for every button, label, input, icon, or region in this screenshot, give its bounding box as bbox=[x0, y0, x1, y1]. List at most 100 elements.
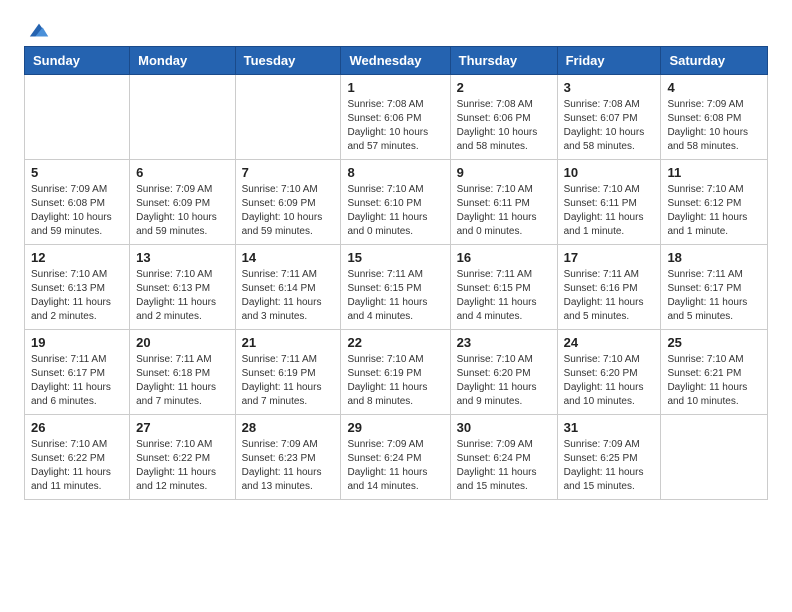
calendar-cell: 15 Sunrise: 7:11 AM Sunset: 6:15 PM Dayli… bbox=[341, 245, 450, 330]
day-info: Sunrise: 7:08 AM Sunset: 6:07 PM Dayligh… bbox=[564, 98, 655, 154]
day-number: 5 bbox=[31, 165, 123, 180]
calendar-cell bbox=[235, 75, 341, 160]
day-info: Sunrise: 7:10 AM Sunset: 6:11 PM Dayligh… bbox=[564, 183, 655, 239]
day-number: 27 bbox=[136, 420, 228, 435]
calendar-cell: 17 Sunrise: 7:11 AM Sunset: 6:16 PM Dayli… bbox=[557, 245, 661, 330]
day-info: Sunrise: 7:11 AM Sunset: 6:15 PM Dayligh… bbox=[347, 268, 443, 324]
day-number: 6 bbox=[136, 165, 228, 180]
calendar-cell: 1Sunrise: 7:08 AM Sunset: 6:06 PM Daylig… bbox=[341, 75, 450, 160]
day-info: Sunrise: 7:11 AM Sunset: 6:17 PM Dayligh… bbox=[667, 268, 761, 324]
weekday-wednesday: Wednesday bbox=[341, 47, 450, 75]
day-info: Sunrise: 7:10 AM Sunset: 6:20 PM Dayligh… bbox=[457, 353, 551, 409]
day-number: 20 bbox=[136, 335, 228, 350]
day-info: Sunrise: 7:09 AM Sunset: 6:08 PM Dayligh… bbox=[667, 98, 761, 154]
calendar-cell: 7Sunrise: 7:10 AM Sunset: 6:09 PM Daylig… bbox=[235, 160, 341, 245]
day-info: Sunrise: 7:10 AM Sunset: 6:22 PM Dayligh… bbox=[31, 438, 123, 494]
weekday-saturday: Saturday bbox=[661, 47, 768, 75]
day-number: 29 bbox=[347, 420, 443, 435]
header bbox=[24, 20, 768, 36]
day-info: Sunrise: 7:10 AM Sunset: 6:13 PM Dayligh… bbox=[136, 268, 228, 324]
day-number: 24 bbox=[564, 335, 655, 350]
day-number: 19 bbox=[31, 335, 123, 350]
day-number: 11 bbox=[667, 165, 761, 180]
day-info: Sunrise: 7:09 AM Sunset: 6:08 PM Dayligh… bbox=[31, 183, 123, 239]
calendar-cell: 27 Sunrise: 7:10 AM Sunset: 6:22 PM Dayli… bbox=[130, 415, 235, 500]
day-info: Sunrise: 7:10 AM Sunset: 6:13 PM Dayligh… bbox=[31, 268, 123, 324]
day-info: Sunrise: 7:09 AM Sunset: 6:24 PM Dayligh… bbox=[347, 438, 443, 494]
weekday-header-row: SundayMondayTuesdayWednesdayThursdayFrid… bbox=[25, 47, 768, 75]
day-info: Sunrise: 7:11 AM Sunset: 6:19 PM Dayligh… bbox=[242, 353, 335, 409]
page: SundayMondayTuesdayWednesdayThursdayFrid… bbox=[0, 0, 792, 520]
day-number: 31 bbox=[564, 420, 655, 435]
calendar-cell bbox=[130, 75, 235, 160]
day-number: 3 bbox=[564, 80, 655, 95]
day-number: 21 bbox=[242, 335, 335, 350]
day-number: 1 bbox=[347, 80, 443, 95]
day-info: Sunrise: 7:10 AM Sunset: 6:21 PM Dayligh… bbox=[667, 353, 761, 409]
day-number: 23 bbox=[457, 335, 551, 350]
calendar-cell: 16 Sunrise: 7:11 AM Sunset: 6:15 PM Dayli… bbox=[450, 245, 557, 330]
weekday-friday: Friday bbox=[557, 47, 661, 75]
day-number: 10 bbox=[564, 165, 655, 180]
day-number: 12 bbox=[31, 250, 123, 265]
weekday-tuesday: Tuesday bbox=[235, 47, 341, 75]
calendar-cell: 31 Sunrise: 7:09 AM Sunset: 6:25 PM Dayli… bbox=[557, 415, 661, 500]
calendar-week-3: 12 Sunrise: 7:10 AM Sunset: 6:13 PM Dayli… bbox=[25, 245, 768, 330]
day-info: Sunrise: 7:11 AM Sunset: 6:14 PM Dayligh… bbox=[242, 268, 335, 324]
day-info: Sunrise: 7:09 AM Sunset: 6:24 PM Dayligh… bbox=[457, 438, 551, 494]
day-number: 9 bbox=[457, 165, 551, 180]
calendar-cell: 13 Sunrise: 7:10 AM Sunset: 6:13 PM Dayli… bbox=[130, 245, 235, 330]
day-info: Sunrise: 7:11 AM Sunset: 6:17 PM Dayligh… bbox=[31, 353, 123, 409]
day-number: 17 bbox=[564, 250, 655, 265]
day-number: 2 bbox=[457, 80, 551, 95]
day-number: 18 bbox=[667, 250, 761, 265]
calendar-cell: 18 Sunrise: 7:11 AM Sunset: 6:17 PM Dayli… bbox=[661, 245, 768, 330]
calendar-cell: 20 Sunrise: 7:11 AM Sunset: 6:18 PM Dayli… bbox=[130, 330, 235, 415]
day-info: Sunrise: 7:10 AM Sunset: 6:19 PM Dayligh… bbox=[347, 353, 443, 409]
calendar-cell: 22 Sunrise: 7:10 AM Sunset: 6:19 PM Dayli… bbox=[341, 330, 450, 415]
calendar-cell: 28 Sunrise: 7:09 AM Sunset: 6:23 PM Dayli… bbox=[235, 415, 341, 500]
day-number: 30 bbox=[457, 420, 551, 435]
day-number: 28 bbox=[242, 420, 335, 435]
calendar-cell: 14Sunrise: 7:11 AM Sunset: 6:14 PM Dayli… bbox=[235, 245, 341, 330]
day-info: Sunrise: 7:10 AM Sunset: 6:09 PM Dayligh… bbox=[242, 183, 335, 239]
day-info: Sunrise: 7:09 AM Sunset: 6:09 PM Dayligh… bbox=[136, 183, 228, 239]
calendar-week-2: 5 Sunrise: 7:09 AM Sunset: 6:08 PM Daylig… bbox=[25, 160, 768, 245]
day-number: 8 bbox=[347, 165, 443, 180]
calendar-cell bbox=[661, 415, 768, 500]
day-number: 25 bbox=[667, 335, 761, 350]
day-info: Sunrise: 7:11 AM Sunset: 6:16 PM Dayligh… bbox=[564, 268, 655, 324]
day-number: 4 bbox=[667, 80, 761, 95]
weekday-sunday: Sunday bbox=[25, 47, 130, 75]
calendar-cell: 10 Sunrise: 7:10 AM Sunset: 6:11 PM Dayli… bbox=[557, 160, 661, 245]
calendar-cell: 29 Sunrise: 7:09 AM Sunset: 6:24 PM Dayli… bbox=[341, 415, 450, 500]
calendar-cell: 19 Sunrise: 7:11 AM Sunset: 6:17 PM Dayli… bbox=[25, 330, 130, 415]
day-number: 16 bbox=[457, 250, 551, 265]
day-info: Sunrise: 7:11 AM Sunset: 6:18 PM Dayligh… bbox=[136, 353, 228, 409]
day-info: Sunrise: 7:09 AM Sunset: 6:23 PM Dayligh… bbox=[242, 438, 335, 494]
calendar-cell: 6 Sunrise: 7:09 AM Sunset: 6:09 PM Daylig… bbox=[130, 160, 235, 245]
calendar-cell: 30 Sunrise: 7:09 AM Sunset: 6:24 PM Dayli… bbox=[450, 415, 557, 500]
day-info: Sunrise: 7:10 AM Sunset: 6:10 PM Dayligh… bbox=[347, 183, 443, 239]
calendar-week-5: 26 Sunrise: 7:10 AM Sunset: 6:22 PM Dayli… bbox=[25, 415, 768, 500]
calendar-cell: 21 Sunrise: 7:11 AM Sunset: 6:19 PM Dayli… bbox=[235, 330, 341, 415]
weekday-thursday: Thursday bbox=[450, 47, 557, 75]
day-info: Sunrise: 7:10 AM Sunset: 6:20 PM Dayligh… bbox=[564, 353, 655, 409]
calendar-cell: 23 Sunrise: 7:10 AM Sunset: 6:20 PM Dayli… bbox=[450, 330, 557, 415]
day-number: 13 bbox=[136, 250, 228, 265]
calendar-cell: 2Sunrise: 7:08 AM Sunset: 6:06 PM Daylig… bbox=[450, 75, 557, 160]
calendar-cell: 26 Sunrise: 7:10 AM Sunset: 6:22 PM Dayli… bbox=[25, 415, 130, 500]
day-number: 22 bbox=[347, 335, 443, 350]
day-info: Sunrise: 7:11 AM Sunset: 6:15 PM Dayligh… bbox=[457, 268, 551, 324]
day-info: Sunrise: 7:10 AM Sunset: 6:22 PM Dayligh… bbox=[136, 438, 228, 494]
calendar-cell: 3 Sunrise: 7:08 AM Sunset: 6:07 PM Daylig… bbox=[557, 75, 661, 160]
day-info: Sunrise: 7:09 AM Sunset: 6:25 PM Dayligh… bbox=[564, 438, 655, 494]
calendar-cell: 11Sunrise: 7:10 AM Sunset: 6:12 PM Dayli… bbox=[661, 160, 768, 245]
calendar-cell: 25 Sunrise: 7:10 AM Sunset: 6:21 PM Dayli… bbox=[661, 330, 768, 415]
calendar-cell: 8 Sunrise: 7:10 AM Sunset: 6:10 PM Daylig… bbox=[341, 160, 450, 245]
calendar-table: SundayMondayTuesdayWednesdayThursdayFrid… bbox=[24, 46, 768, 500]
calendar-week-4: 19 Sunrise: 7:11 AM Sunset: 6:17 PM Dayli… bbox=[25, 330, 768, 415]
day-number: 26 bbox=[31, 420, 123, 435]
calendar-cell: 9Sunrise: 7:10 AM Sunset: 6:11 PM Daylig… bbox=[450, 160, 557, 245]
day-number: 15 bbox=[347, 250, 443, 265]
